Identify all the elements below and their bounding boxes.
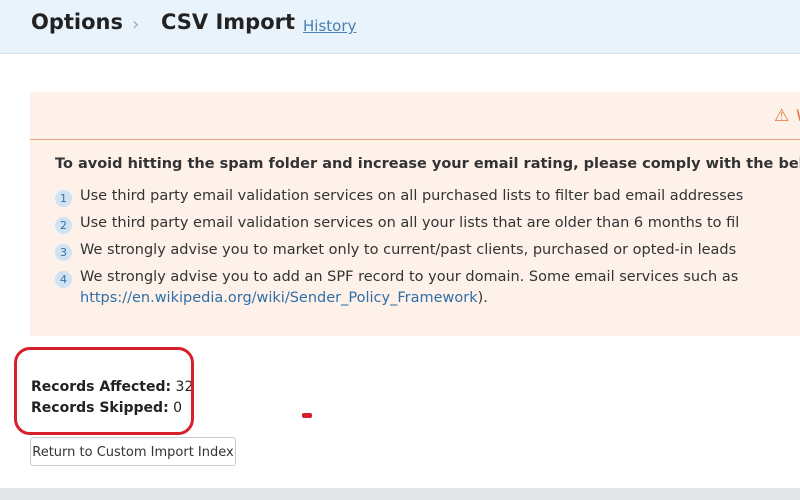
spf-wikipedia-link[interactable]: https://en.wikipedia.org/wiki/Sender_Pol…: [80, 290, 478, 306]
item-number-badge: 4: [55, 271, 72, 288]
notice-heading: W: [796, 106, 800, 125]
notice-divider: [30, 139, 800, 140]
list-item-text: We strongly advise you to market only to…: [80, 242, 737, 258]
list-item-text: Use third party email validation service…: [80, 188, 744, 204]
list-item-text: We strongly advise you to add an SPF rec…: [80, 269, 739, 285]
item-number-badge: 3: [55, 244, 72, 261]
notice-intro: To avoid hitting the spam folder and inc…: [55, 156, 800, 172]
list-item-continuation: https://en.wikipedia.org/wiki/Sender_Pol…: [80, 290, 488, 306]
return-to-import-index-button[interactable]: Return to Custom Import Index: [30, 437, 236, 466]
page-header: Options › CSV Import History: [0, 0, 800, 54]
item-number-badge: 2: [55, 217, 72, 234]
footer-bar: [0, 488, 800, 500]
highlight-annotation: [14, 347, 194, 435]
page-title: CSV Import: [161, 10, 296, 34]
history-link[interactable]: History: [303, 17, 356, 35]
breadcrumb-options[interactable]: Options: [31, 10, 123, 34]
annotation-mark: [302, 413, 312, 418]
list-item-text: Use third party email validation service…: [80, 215, 740, 231]
item-number-badge: 1: [55, 190, 72, 207]
warning-icon: ⚠: [774, 106, 790, 126]
spam-warning-notice: ⚠ W To avoid hitting the spam folder and…: [30, 92, 800, 336]
link-suffix: ).: [477, 290, 488, 306]
chevron-right-icon: ›: [132, 14, 140, 35]
